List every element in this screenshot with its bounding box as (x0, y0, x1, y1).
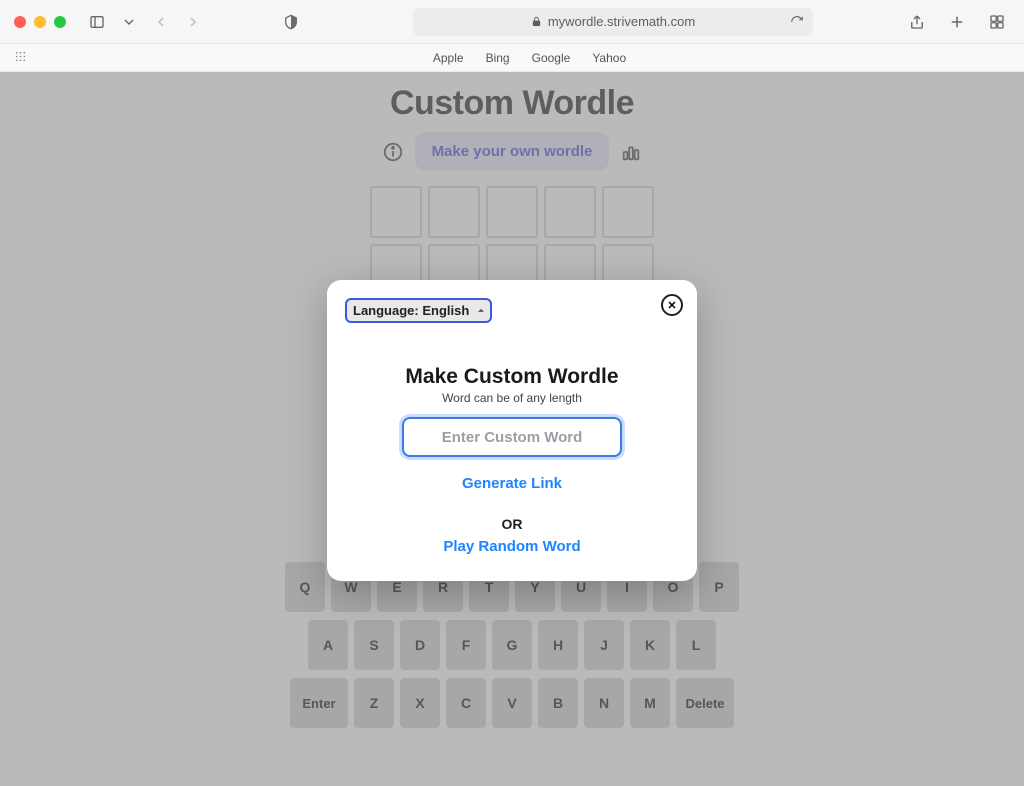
fullscreen-window-button[interactable] (54, 16, 66, 28)
share-button[interactable] (904, 10, 930, 34)
new-tab-button[interactable] (944, 10, 970, 34)
favorites-links: Apple Bing Google Yahoo (433, 51, 626, 65)
modal-title: Make Custom Wordle (345, 365, 679, 389)
generate-link-button[interactable]: Generate Link (345, 475, 679, 492)
favorite-bing[interactable]: Bing (486, 51, 510, 65)
favorites-bar: Apple Bing Google Yahoo (0, 44, 1024, 72)
custom-word-input[interactable] (402, 417, 622, 457)
language-select-wrap: Language: English (345, 298, 492, 323)
modal-close-button[interactable]: ✕ (661, 294, 683, 316)
sidebar-toggle-button[interactable] (84, 10, 110, 34)
custom-wordle-modal: Language: English ✕ Make Custom Wordle W… (327, 280, 697, 581)
address-bar[interactable]: mywordle.strivemath.com (413, 8, 813, 36)
tab-groups-dropdown[interactable] (116, 10, 142, 34)
tab-overview-button[interactable] (984, 10, 1010, 34)
forward-button[interactable] (180, 10, 206, 34)
reload-button[interactable] (787, 12, 807, 32)
modal-overlay[interactable]: Language: English ✕ Make Custom Wordle W… (0, 72, 1024, 786)
url-text: mywordle.strivemath.com (548, 14, 695, 29)
favorite-apple[interactable]: Apple (433, 51, 464, 65)
modal-subtitle: Word can be of any length (345, 391, 679, 405)
lock-icon (531, 16, 542, 27)
close-icon: ✕ (667, 299, 676, 312)
privacy-shield-button[interactable] (278, 10, 304, 34)
back-button[interactable] (148, 10, 174, 34)
favorite-yahoo[interactable]: Yahoo (592, 51, 626, 65)
close-window-button[interactable] (14, 16, 26, 28)
minimize-window-button[interactable] (34, 16, 46, 28)
favorite-google[interactable]: Google (532, 51, 571, 65)
or-separator: OR (345, 516, 679, 532)
play-random-word-link[interactable]: Play Random Word (345, 538, 679, 555)
language-select[interactable]: Language: English (345, 298, 492, 323)
page-content: Custom Wordle Make your own wordle (0, 72, 1024, 786)
window-controls (14, 16, 66, 28)
apps-grid-icon[interactable] (14, 50, 27, 66)
browser-toolbar: mywordle.strivemath.com (0, 0, 1024, 44)
